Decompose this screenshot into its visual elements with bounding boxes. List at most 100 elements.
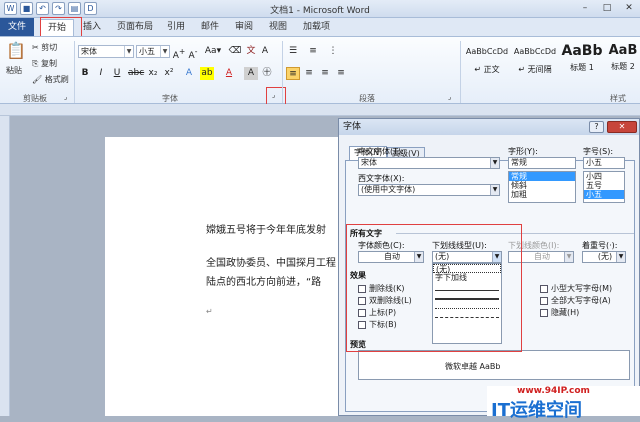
align-right-icon[interactable]: ≡ [318,67,332,80]
clear-format-icon[interactable]: ⌫ [228,45,242,58]
cut-button[interactable]: ✂ 剪切 [32,42,57,53]
chevron-down-icon: ▼ [124,46,133,57]
tab-view[interactable]: 视图 [262,19,294,36]
paste-button[interactable]: 粘贴 [6,65,22,76]
chevron-down-icon: ▼ [490,185,499,195]
west-font-label: 西文字体(X): [358,174,405,183]
copy-label: 复制 [40,59,57,68]
style-heading-2[interactable]: AaB 标题 2 [606,43,640,83]
ribbon-tabs: 开始 插入 页面布局 引用 邮件 审阅 视图 加载项 [0,18,640,36]
superscript-icon[interactable]: x² [162,67,176,80]
pinyin-icon[interactable]: 文 [244,45,258,58]
size-label: 字号(S): [583,147,614,156]
list-item[interactable]: 倾斜 [509,181,575,190]
cn-font-label: 中文字体(T): [358,147,404,156]
char-shading-icon[interactable]: A [244,67,258,80]
clipboard-launcher-icon[interactable]: ⌟ [64,93,67,101]
font-name-combo[interactable]: 宋体 ▼ [78,45,134,58]
window-title: 文档1 - Microsoft Word [270,6,370,16]
underline-icon[interactable]: U [110,67,124,80]
justify-icon[interactable]: ≡ [334,67,348,80]
align-center-icon[interactable]: ≡ [302,67,316,80]
highlight-all-text [346,224,522,352]
char-border-icon[interactable]: A [258,45,272,58]
style-heading-1[interactable]: AaBb 标题 1 [560,43,604,83]
tab-review[interactable]: 审阅 [228,19,260,36]
paste-icon[interactable]: 📋 [6,41,26,60]
multilevel-icon[interactable]: ⋮ [326,45,340,58]
highlight-launcher [266,87,286,105]
cut-label: 剪切 [41,43,58,52]
west-font-value: (使用中文字体) [361,185,416,194]
align-left-icon[interactable]: ≡ [286,67,300,80]
tab-references[interactable]: 引用 [160,19,192,36]
numbering-icon[interactable]: ≡ [306,45,320,58]
watermark: www.94IP.com IT运维空间 [487,386,640,421]
highlight-icon[interactable]: ab [200,67,214,80]
copy-button[interactable]: ⎘ 复制 [32,58,57,69]
format-painter-button[interactable]: 🖌 格式刷 [32,74,69,85]
doc-line-2: 全国政协委员、中国探月工程 [206,258,336,269]
chevron-down-icon: ▼ [490,158,499,168]
cn-font-select[interactable]: 宋体 ▼ [358,157,500,169]
allcaps-checkbox[interactable]: 全部大写字母(A) [540,295,611,306]
maximize-icon[interactable]: □ [596,0,618,16]
enclose-char-icon[interactable]: ㊉ [260,67,274,80]
list-item[interactable]: 小五 [584,190,624,199]
font-name-value: 宋体 [81,47,97,56]
cn-font-value: 宋体 [361,158,377,167]
west-font-select[interactable]: (使用中文字体) ▼ [358,184,500,196]
size-list[interactable]: 小四 五号 小五 [583,171,625,203]
underline-color-value: 自动 [534,252,550,261]
separator [460,41,461,103]
size-input[interactable]: 小五 [583,157,625,169]
tab-layout[interactable]: 页面布局 [110,19,160,36]
smallcaps-label: 小型大写字母(M) [551,284,613,293]
strikethrough-icon[interactable]: abc [128,67,144,80]
shrink-font-icon[interactable]: A- [186,45,200,61]
preview-box: 微软卓越 AaBb [358,350,630,380]
close-window-icon[interactable]: ✕ [618,0,640,16]
copy-icon: ⎘ [32,59,39,68]
tab-file[interactable]: 文件 [0,18,34,36]
chevron-down-icon: ▼ [160,46,169,57]
font-color-icon[interactable]: A [222,67,236,80]
painter-label: 格式刷 [44,75,69,84]
hidden-checkbox[interactable]: 隐藏(H) [540,307,579,318]
change-case-icon[interactable]: Aa▾ [204,45,222,58]
list-item[interactable]: 加粗 [509,190,575,199]
minimize-icon[interactable]: – [574,0,596,16]
subscript-icon[interactable]: x₂ [146,67,160,80]
vertical-ruler[interactable] [0,116,10,416]
style-name: 标题 2 [611,62,635,71]
style-preview: AaBbCcDd [513,47,557,56]
emphasis-select[interactable]: (无) ▼ [582,251,626,263]
smallcaps-checkbox[interactable]: 小型大写字母(M) [540,283,612,294]
horizontal-ruler[interactable] [0,104,640,116]
style-name: ↵ 正文 [474,65,500,74]
style-preview: AaBb [561,43,603,59]
grow-font-icon[interactable]: A+ [172,45,186,61]
help-icon[interactable]: ? [589,121,604,133]
tab-mailings[interactable]: 邮件 [194,19,226,36]
font-size-combo[interactable]: 小五 ▼ [136,45,170,58]
paragraph-launcher-icon[interactable]: ⌟ [448,93,451,101]
list-item[interactable]: 常规 [509,172,575,181]
bullets-icon[interactable]: ☰ [286,45,300,58]
bold-icon[interactable]: B [78,67,92,80]
emphasis-value: (无) [597,252,613,261]
text-effect-icon[interactable]: A [182,67,196,80]
style-normal[interactable]: AaBbCcDd ↵ 正文 [464,43,510,83]
list-item[interactable]: 五号 [584,181,624,190]
style-list[interactable]: 常规 倾斜 加粗 [508,171,576,203]
style-no-spacing[interactable]: AaBbCcDd ↵ 无间隔 [512,43,558,83]
tab-addins[interactable]: 加载项 [296,19,337,36]
style-input[interactable]: 常规 [508,157,576,169]
font-size-value: 小五 [139,47,155,56]
style-name: 标题 1 [570,63,594,72]
italic-icon[interactable]: I [94,67,108,80]
close-icon[interactable]: ✕ [607,121,637,133]
styles-group-label: 样式 [610,94,626,103]
list-item[interactable]: 小四 [584,172,624,181]
paragraph-mark: ↵ [206,307,213,316]
